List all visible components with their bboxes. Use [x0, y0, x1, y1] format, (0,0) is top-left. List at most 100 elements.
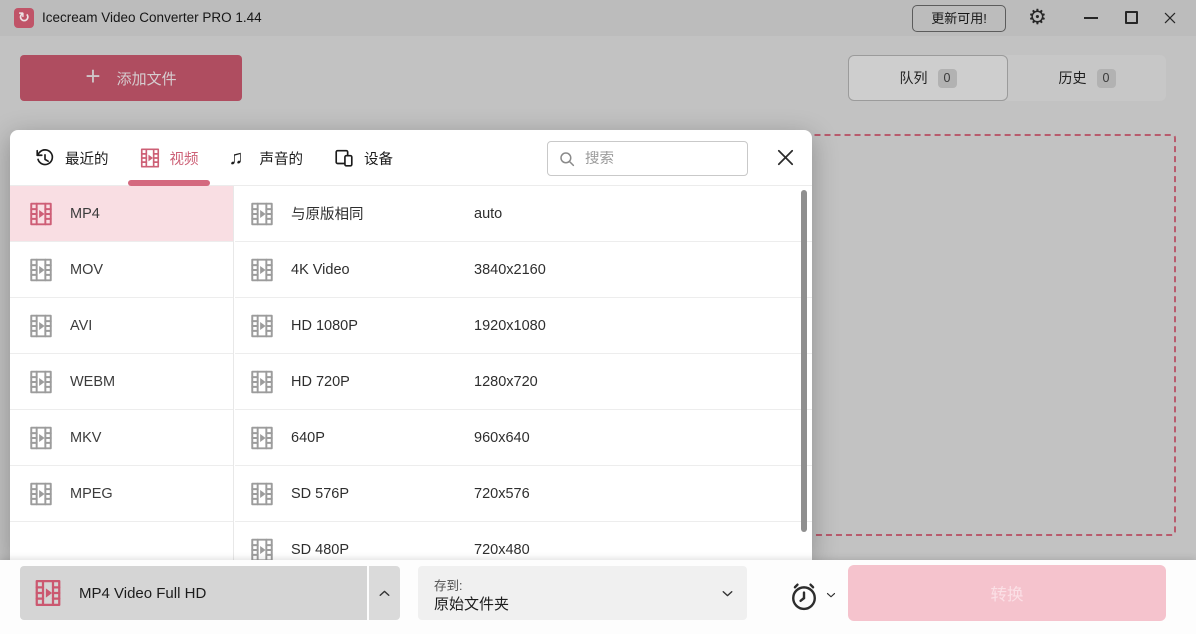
preset-resolution: 1920x1080: [474, 318, 546, 334]
tab-video[interactable]: 视频: [139, 130, 199, 186]
tab-audio-label: 声音的: [260, 148, 304, 169]
film-icon: [28, 313, 54, 339]
format-item-avi[interactable]: AVI: [10, 298, 233, 354]
devices-icon: [333, 147, 355, 169]
tab-recent-label: 最近的: [65, 148, 109, 169]
format-selection-popup: 最近的 视频 ♫ 声音的 设备 MP4: [10, 130, 812, 560]
format-item-webm[interactable]: WEBM: [10, 354, 233, 410]
bottom-bar: MP4 Video Full HD 存到: 原始文件夹 转换: [0, 560, 1196, 634]
film-icon: [139, 147, 161, 169]
output-format-selector[interactable]: MP4 Video Full HD: [20, 566, 367, 620]
film-icon: [249, 425, 275, 451]
preset-resolution: 1280x720: [474, 374, 538, 390]
format-label: AVI: [70, 318, 92, 334]
close-icon: [1162, 10, 1178, 26]
music-note-icon: ♫: [229, 147, 251, 169]
film-icon: [249, 201, 275, 227]
film-icon: [33, 578, 63, 608]
film-icon: [249, 257, 275, 283]
add-files-button[interactable]: + 添加文件: [20, 55, 242, 101]
tab-history[interactable]: 历史 0: [1008, 55, 1166, 101]
update-available-button[interactable]: 更新可用!: [912, 5, 1006, 32]
format-label: MPEG: [70, 486, 113, 502]
app-logo-refresh-icon: ↻: [14, 8, 34, 28]
format-item-mov[interactable]: MOV: [10, 242, 233, 298]
format-label: MP4: [70, 206, 100, 222]
scrollbar-thumb[interactable]: [801, 190, 807, 532]
save-to-selector[interactable]: 存到: 原始文件夹: [418, 566, 747, 620]
queue-label: 队列: [900, 68, 928, 88]
preset-name: 4K Video: [291, 262, 474, 278]
gear-icon[interactable]: ⚙: [1028, 5, 1047, 31]
preset-resolution: auto: [474, 206, 502, 222]
search-box: [547, 141, 748, 176]
output-format-value: MP4 Video Full HD: [79, 585, 206, 602]
preset-item-1080p[interactable]: HD 1080P 1920x1080: [235, 298, 812, 354]
preset-name: HD 1080P: [291, 318, 474, 334]
film-icon: [249, 537, 275, 561]
preset-name: 640P: [291, 430, 474, 446]
format-item-mkv[interactable]: MKV: [10, 410, 233, 466]
convert-button[interactable]: 转换: [848, 565, 1166, 621]
search-input[interactable]: [585, 151, 737, 167]
app-title: Icecream Video Converter PRO 1.44: [42, 0, 262, 36]
preset-resolution: 3840x2160: [474, 262, 546, 278]
format-label: WEBM: [70, 374, 115, 390]
format-item-mpeg[interactable]: MPEG: [10, 466, 233, 522]
preset-name: 与原版相同: [291, 203, 474, 224]
timer-icon[interactable]: [787, 579, 821, 613]
tab-devices-label: 设备: [364, 148, 393, 169]
format-label: MKV: [70, 430, 101, 446]
format-list: MP4 MOV AVI WEBM MKV MPEG: [10, 186, 234, 560]
output-format-collapse-button[interactable]: [369, 566, 400, 620]
search-icon: [558, 150, 576, 168]
film-icon: [28, 369, 54, 395]
chevron-up-icon: [376, 585, 393, 602]
preset-list: 与原版相同 auto 4K Video 3840x2160 HD 1080P 1…: [235, 186, 812, 560]
plus-icon: +: [85, 61, 100, 92]
preset-resolution: 720x576: [474, 486, 530, 502]
preset-name: SD 480P: [291, 542, 474, 558]
popup-body: MP4 MOV AVI WEBM MKV MPEG: [10, 186, 812, 560]
preset-item-4k[interactable]: 4K Video 3840x2160: [235, 242, 812, 298]
preset-item-480p[interactable]: SD 480P 720x480: [235, 522, 812, 560]
format-label: MOV: [70, 262, 103, 278]
history-label: 历史: [1059, 68, 1087, 88]
film-icon: [28, 425, 54, 451]
film-icon: [28, 481, 54, 507]
minimize-button[interactable]: [1076, 0, 1106, 36]
close-button[interactable]: [1154, 0, 1184, 36]
preset-name: HD 720P: [291, 374, 474, 390]
tab-recent[interactable]: 最近的: [34, 130, 109, 186]
tab-video-label: 视频: [170, 148, 199, 169]
popup-close-icon[interactable]: [774, 146, 797, 169]
timer-chevron-down-icon[interactable]: [824, 588, 838, 602]
preset-item-640p[interactable]: 640P 960x640: [235, 410, 812, 466]
preset-resolution: 960x640: [474, 430, 530, 446]
queue-history-tabs: 队列 0 历史 0: [848, 55, 1166, 101]
preset-item-576p[interactable]: SD 576P 720x576: [235, 466, 812, 522]
add-files-label: 添加文件: [117, 68, 177, 89]
film-icon: [28, 257, 54, 283]
title-bar: ↻ Icecream Video Converter PRO 1.44 更新可用…: [0, 0, 1196, 36]
preset-item-720p[interactable]: HD 720P 1280x720: [235, 354, 812, 410]
history-icon: [34, 147, 56, 169]
minimize-icon: [1084, 17, 1098, 19]
film-icon: [249, 481, 275, 507]
popup-tabs: 最近的 视频 ♫ 声音的 设备: [34, 130, 393, 186]
chevron-down-icon: [719, 585, 736, 607]
preset-item-original[interactable]: 与原版相同 auto: [235, 186, 812, 242]
film-icon: [249, 369, 275, 395]
popup-header: 最近的 视频 ♫ 声音的 设备: [10, 130, 812, 186]
queue-count-badge: 0: [938, 69, 957, 88]
preset-resolution: 720x480: [474, 542, 530, 558]
tab-devices[interactable]: 设备: [333, 130, 393, 186]
tab-audio[interactable]: ♫ 声音的: [229, 130, 304, 186]
format-item-mp4[interactable]: MP4: [10, 186, 233, 242]
film-icon: [28, 201, 54, 227]
film-icon: [249, 313, 275, 339]
history-count-badge: 0: [1097, 69, 1116, 88]
tab-queue[interactable]: 队列 0: [848, 55, 1008, 101]
save-to-label: 存到:: [434, 575, 462, 594]
maximize-button[interactable]: [1116, 0, 1146, 36]
